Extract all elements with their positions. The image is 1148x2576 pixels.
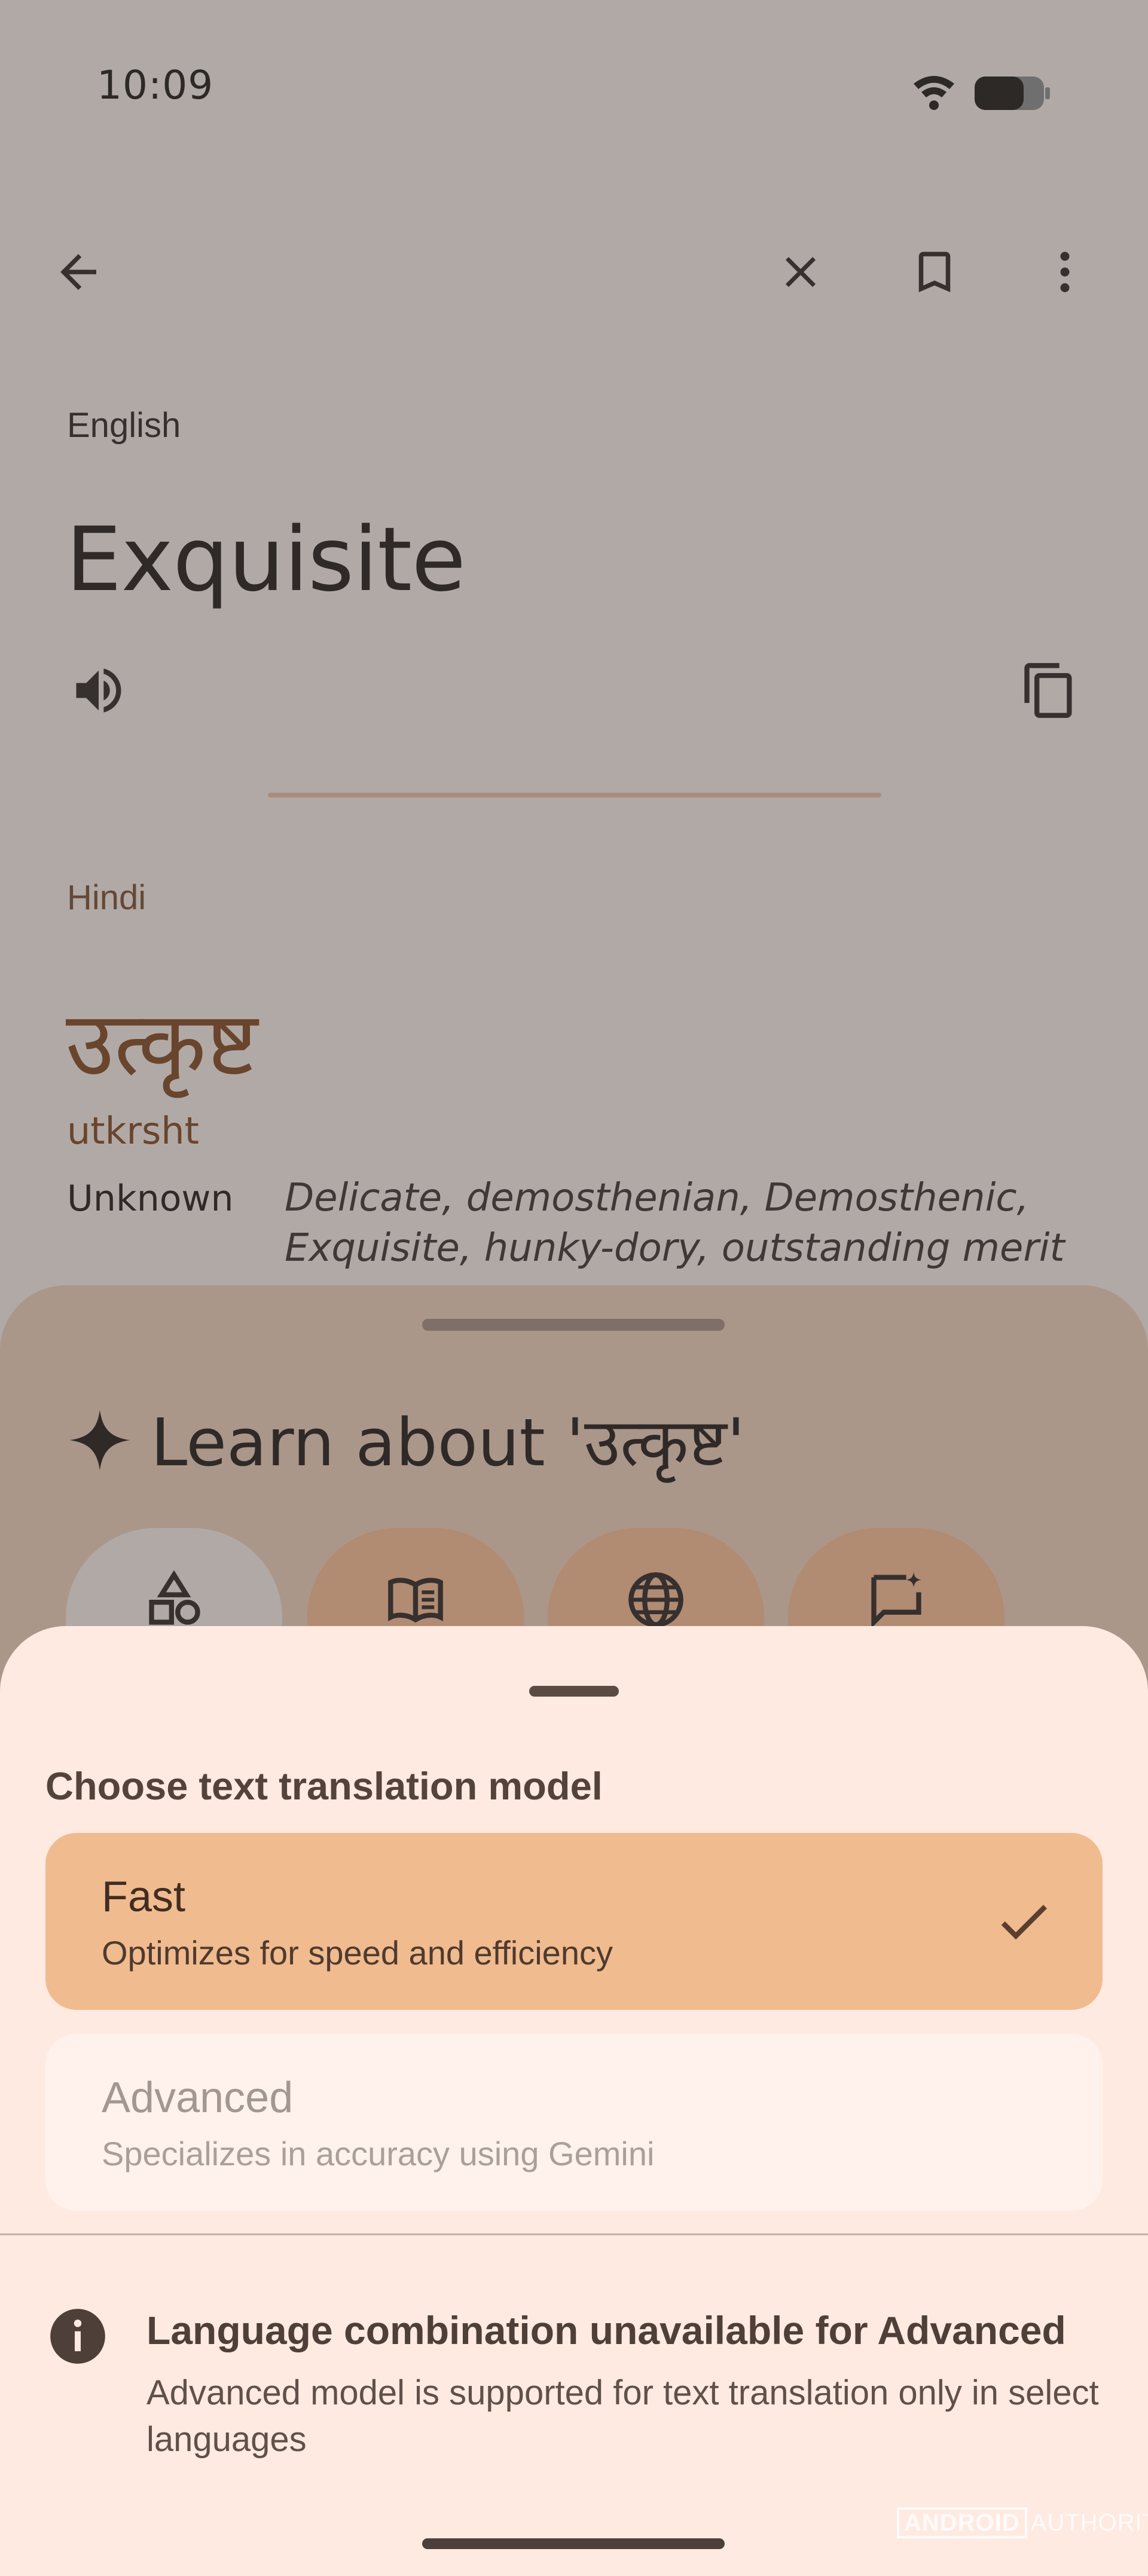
- option-advanced: Advanced Specializes in accuracy using G…: [45, 2034, 1103, 2211]
- option-advanced-label: Advanced: [102, 2074, 294, 2122]
- watermark-part2: AUTHORITY: [1030, 2510, 1148, 2536]
- notice-body: Advanced model is supported for text tra…: [146, 2373, 1099, 2459]
- sheet-drag-handle[interactable]: [529, 1686, 619, 1697]
- translate-screen: 10:09 English Exquisite Hindi उत्कृष्ट u…: [0, 0, 1148, 2576]
- option-advanced-description: Specializes in accuracy using Gemini: [102, 2135, 655, 2172]
- watermark: ANDROIDAUTHORITY: [897, 2507, 1148, 2538]
- sheet-divider: [0, 2233, 1148, 2235]
- watermark-part1: ANDROID: [897, 2507, 1027, 2538]
- option-fast[interactable]: Fast Optimizes for speed and efficiency: [45, 1833, 1103, 2010]
- option-fast-description: Optimizes for speed and efficiency: [102, 1934, 613, 1972]
- sheet-title: Choose text translation model: [45, 1764, 603, 1808]
- gesture-navigation-bar[interactable]: [422, 2538, 725, 2549]
- checkmark-icon: [1001, 1905, 1047, 1940]
- option-fast-label: Fast: [102, 1873, 186, 1921]
- info-icon: [50, 2309, 105, 2364]
- notice-title: Language combination unavailable for Adv…: [146, 2308, 1066, 2352]
